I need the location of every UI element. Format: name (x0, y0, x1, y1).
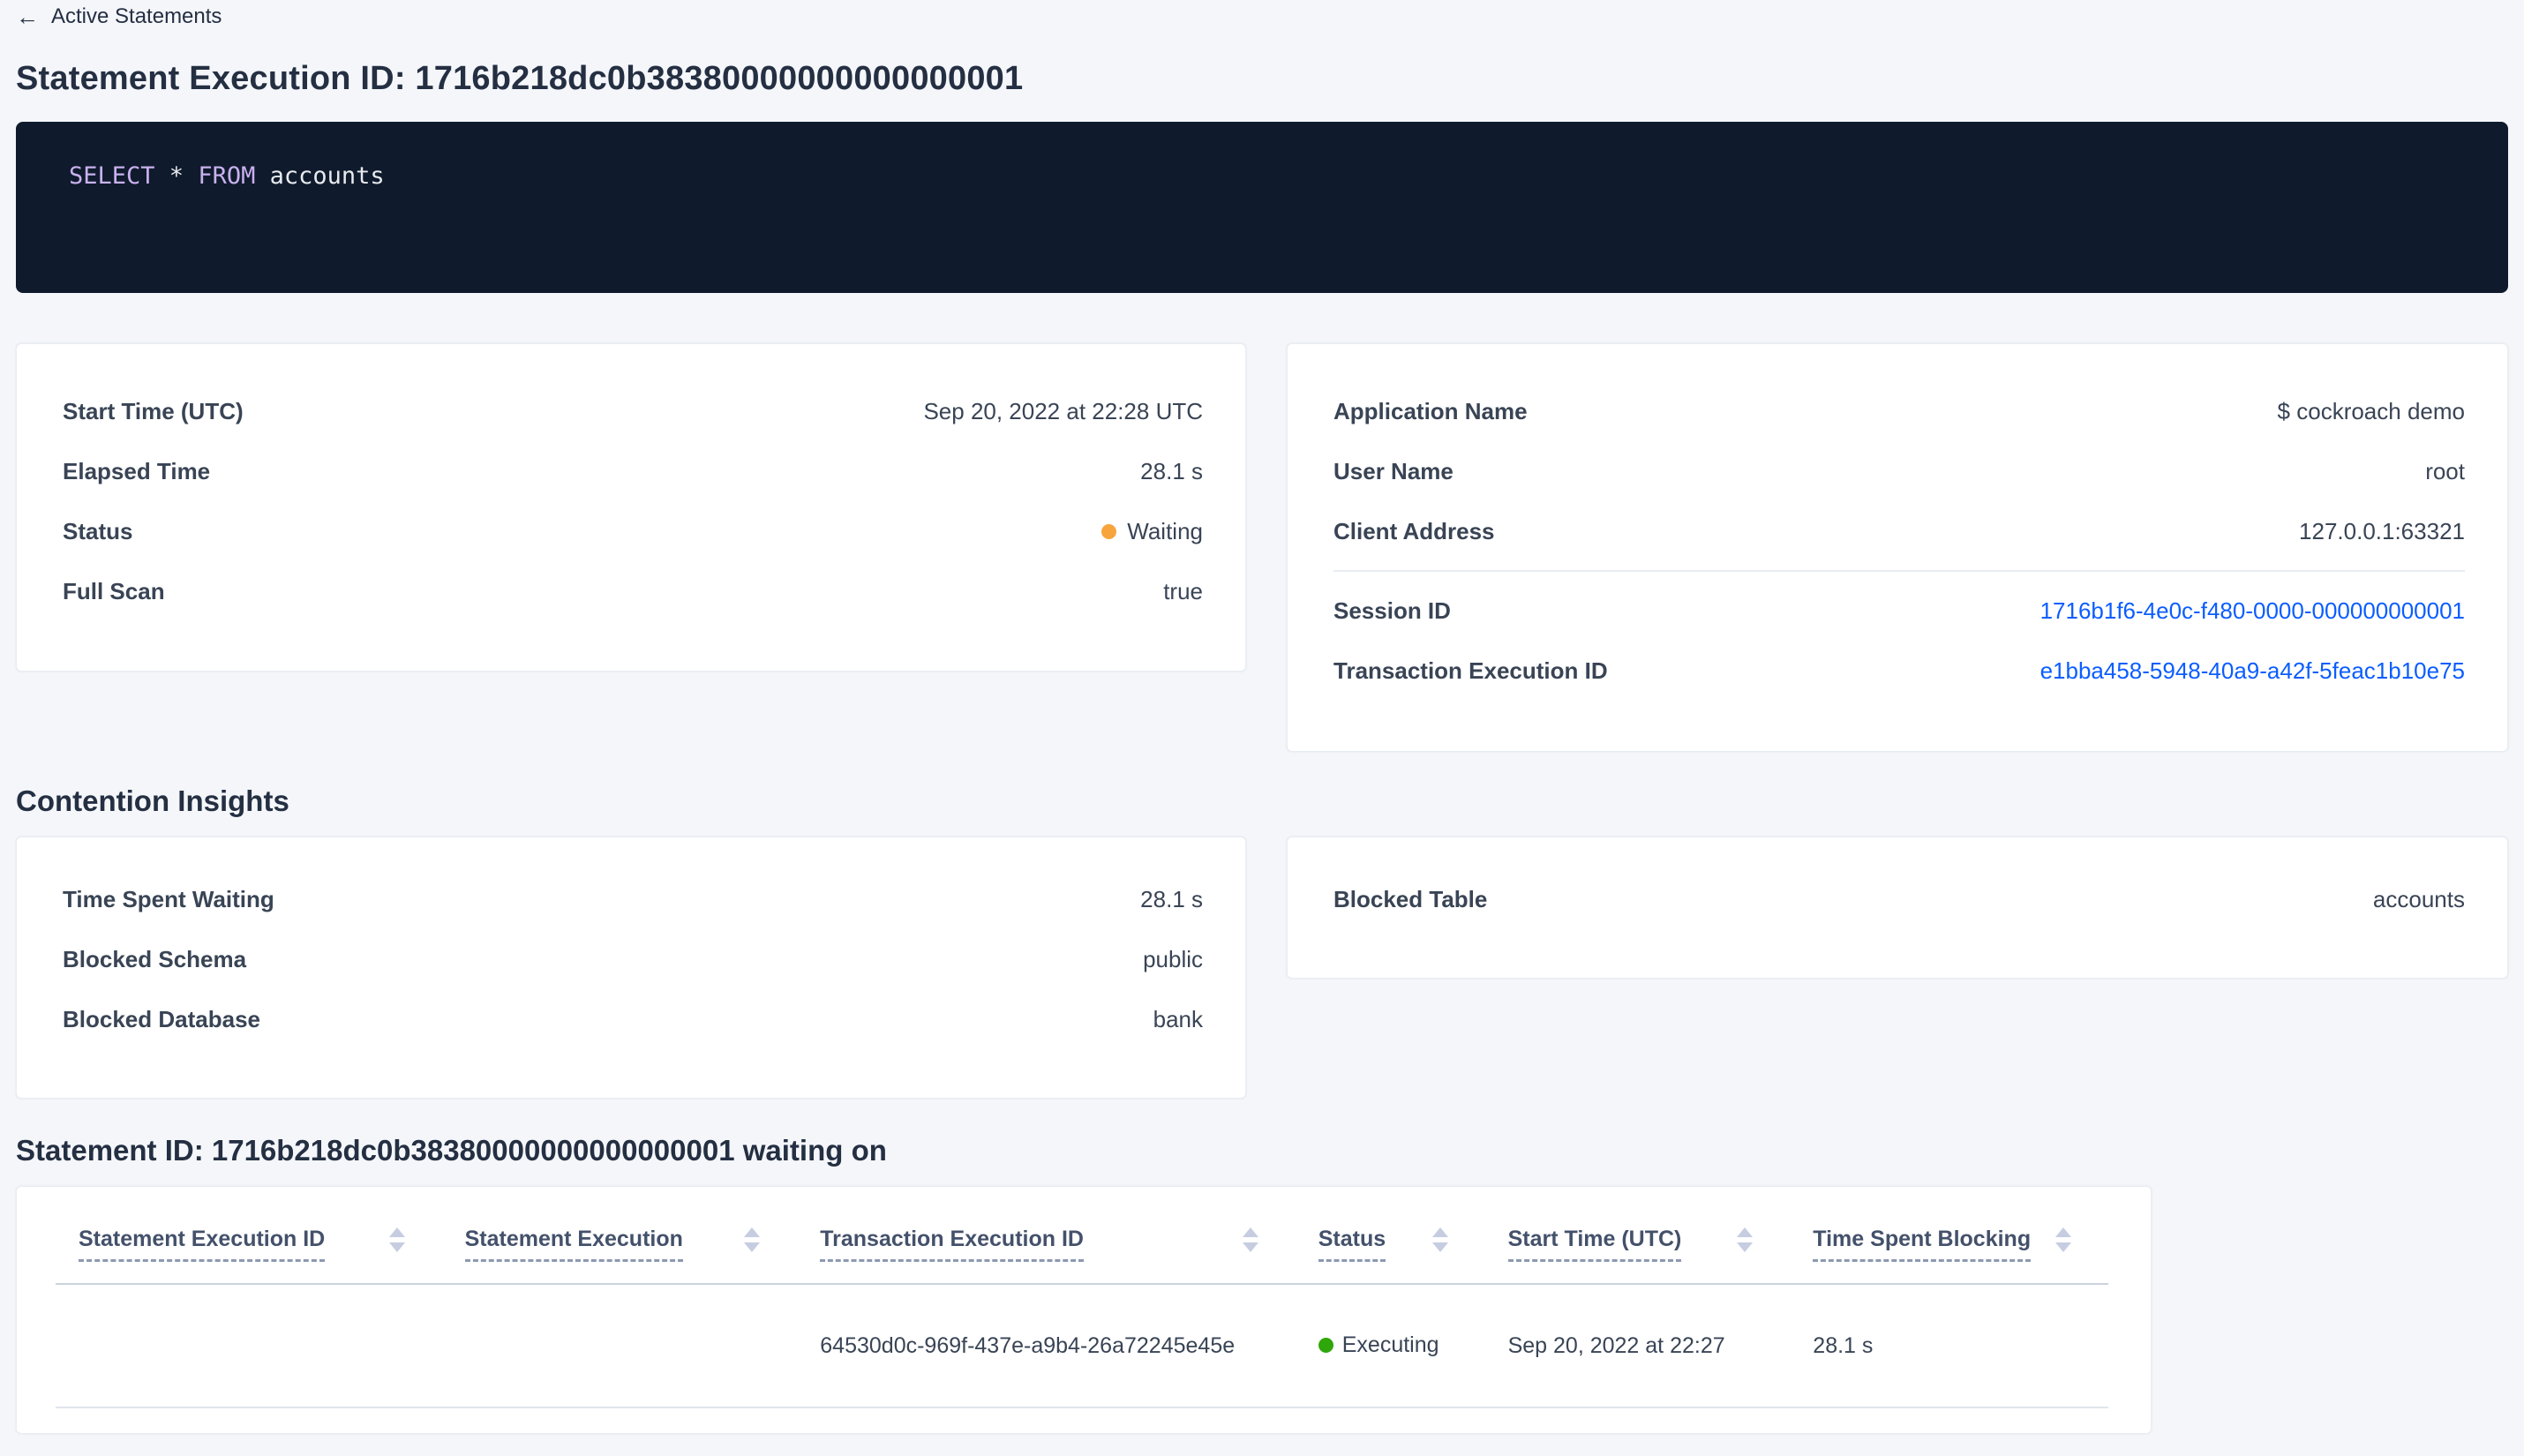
column-header-start-time[interactable]: Start Time (UTC) (1485, 1226, 1791, 1262)
waiting-on-heading: Statement ID: 1716b218dc0b38380000000000… (16, 1134, 887, 1167)
executing-status-dot-icon (1318, 1338, 1333, 1353)
session-id-link[interactable]: 1716b1f6-4e0c-f480-0000-000000000001 (2040, 597, 2465, 624)
session-id-row: Session ID 1716b1f6-4e0c-f480-0000-00000… (1333, 581, 2465, 641)
column-header-label: Status (1318, 1226, 1386, 1262)
column-header-status[interactable]: Status (1296, 1226, 1485, 1262)
start-time-value: Sep 20, 2022 at 22:28 UTC (923, 397, 1203, 424)
table-header-row: Statement Execution ID Statement Executi… (56, 1187, 2108, 1285)
waiting-on-table: Statement Execution ID Statement Executi… (16, 1186, 2152, 1434)
column-header-label: Start Time (UTC) (1507, 1226, 1682, 1262)
client-address-row: Client Address 127.0.0.1:63321 (1333, 501, 2465, 561)
elapsed-time-value: 28.1 s (1140, 457, 1203, 484)
elapsed-time-label: Elapsed Time (63, 457, 211, 484)
executing-status: Executing (1318, 1332, 1439, 1358)
column-header-transaction-execution-id[interactable]: Transaction Execution ID (797, 1226, 1295, 1262)
sql-operator: * (154, 162, 199, 190)
sort-arrows-icon (2055, 1227, 2071, 1252)
time-spent-waiting-label: Time Spent Waiting (63, 885, 274, 912)
time-spent-waiting-row: Time Spent Waiting 28.1 s (63, 869, 1203, 929)
application-name-label: Application Name (1333, 397, 1528, 424)
execution-details-card: Start Time (UTC) Sep 20, 2022 at 22:28 U… (16, 343, 1246, 672)
sort-arrows-icon (1242, 1227, 1258, 1252)
user-name-label: User Name (1333, 457, 1454, 484)
transaction-execution-id-value: e1bba458-5948-40a9-a42f-5feac1b10e75 (2040, 657, 2465, 685)
summary-cards-row: Start Time (UTC) Sep 20, 2022 at 22:28 U… (16, 343, 2508, 752)
cell-time-spent-blocking: 28.1 s (1813, 1332, 1874, 1358)
table-row: 64530d0c-969f-437e-a9b4-26a72245e45e Exe… (56, 1285, 2108, 1408)
session-details-card: Application Name $ cockroach demo User N… (1287, 343, 2508, 752)
application-name-value: $ cockroach demo (2277, 397, 2465, 424)
user-name-row: User Name root (1333, 441, 2465, 501)
contention-details-card: Time Spent Waiting 28.1 s Blocked Schema… (16, 837, 1246, 1099)
blocked-database-value: bank (1153, 1005, 1203, 1032)
sort-arrows-icon (1431, 1227, 1448, 1252)
column-header-label: Statement Execution ID (79, 1226, 326, 1262)
blocked-database-row: Blocked Database bank (63, 989, 1203, 1049)
sql-keyword: SELECT (69, 162, 155, 190)
executing-status-text: Executing (1341, 1332, 1439, 1357)
blocked-table-label: Blocked Table (1333, 885, 1488, 912)
start-time-label: Start Time (UTC) (63, 397, 244, 424)
full-scan-label: Full Scan (63, 577, 165, 604)
status-row: Status Waiting (63, 501, 1203, 561)
cell-start-time: Sep 20, 2022 at 22:27 (1507, 1332, 1725, 1358)
client-address-label: Client Address (1333, 517, 1495, 544)
sort-arrows-icon (744, 1227, 761, 1252)
waiting-status-dot-icon (1101, 523, 1117, 539)
client-address-value: 127.0.0.1:63321 (2299, 517, 2465, 544)
arrow-left-icon: ← (16, 4, 39, 30)
sql-keyword: FROM (198, 162, 256, 190)
contention-insights-heading: Contention Insights (16, 784, 289, 817)
cell-status: Executing (1296, 1332, 1485, 1359)
session-id-value: 1716b1f6-4e0c-f480-0000-000000000001 (2040, 597, 2465, 625)
status-value: Waiting (1101, 518, 1203, 545)
blocked-schema-label: Blocked Schema (63, 945, 247, 972)
column-header-statement-execution[interactable]: Statement Execution (442, 1226, 798, 1262)
elapsed-time-row: Elapsed Time 28.1 s (63, 441, 1203, 501)
sql-statement-box: SELECT * FROM accounts (16, 122, 2508, 293)
blocked-schema-row: Blocked Schema public (63, 929, 1203, 989)
back-link-label: Active Statements (51, 4, 222, 28)
cell-transaction-execution-id: 64530d0c-969f-437e-a9b4-26a72245e45e (820, 1332, 1236, 1358)
column-header-time-spent-blocking[interactable]: Time Spent Blocking (1790, 1226, 2108, 1262)
blocked-schema-value: public (1143, 945, 1203, 972)
status-label: Status (63, 517, 133, 544)
transaction-execution-id-row: Transaction Execution ID e1bba458-5948-4… (1333, 641, 2465, 701)
transaction-execution-id-label: Transaction Execution ID (1333, 657, 1608, 684)
column-header-label: Transaction Execution ID (820, 1226, 1084, 1262)
time-spent-waiting-value: 28.1 s (1140, 885, 1203, 912)
user-name-value: root (2425, 457, 2465, 484)
sql-identifier: accounts (255, 162, 385, 190)
start-time-row: Start Time (UTC) Sep 20, 2022 at 22:28 U… (63, 381, 1203, 441)
contention-cards-row: Time Spent Waiting 28.1 s Blocked Schema… (16, 837, 2508, 1099)
statement-execution-detail-page: ← Active Statements Statement Execution … (0, 0, 2524, 1456)
blocked-database-label: Blocked Database (63, 1005, 260, 1032)
column-header-label: Time Spent Blocking (1813, 1226, 2032, 1262)
column-header-label: Statement Execution (464, 1226, 683, 1262)
blocked-table-card: Blocked Table accounts (1287, 837, 2508, 979)
back-to-active-statements-link[interactable]: ← Active Statements (16, 4, 222, 30)
blocked-table-value: accounts (2372, 885, 2465, 912)
card-divider (1333, 570, 2465, 572)
column-header-statement-execution-id[interactable]: Statement Execution ID (56, 1226, 442, 1262)
page-title: Statement Execution ID: 1716b218dc0b3838… (16, 60, 1024, 97)
application-name-row: Application Name $ cockroach demo (1333, 381, 2465, 441)
blocked-table-row: Blocked Table accounts (1333, 869, 2465, 929)
sort-arrows-icon (1737, 1227, 1754, 1252)
transaction-execution-id-link[interactable]: e1bba458-5948-40a9-a42f-5feac1b10e75 (2040, 657, 2465, 684)
sort-arrows-icon (388, 1227, 405, 1252)
session-id-label: Session ID (1333, 597, 1451, 624)
full-scan-row: Full Scan true (63, 561, 1203, 621)
full-scan-value: true (1163, 577, 1203, 604)
status-text: Waiting (1127, 517, 1203, 544)
